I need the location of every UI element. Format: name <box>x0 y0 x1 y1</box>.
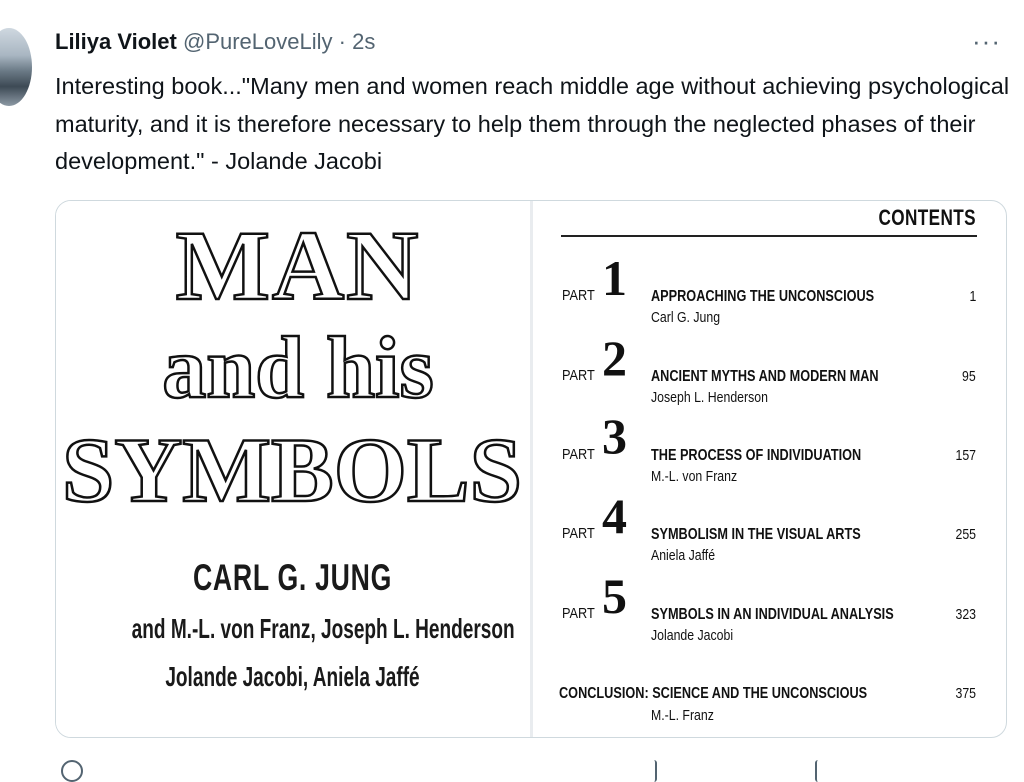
author-main: CARL G. JUNG <box>192 557 393 598</box>
book-cover: MAN and his SYMBOLS CARL G. JUNG and M.-… <box>56 201 529 737</box>
authors-line-2: and M.-L. von Franz, Joseph L. Henderson <box>131 613 515 644</box>
tweet-image[interactable]: MAN and his SYMBOLS CARL G. JUNG and M.-… <box>55 200 1007 738</box>
title-line-2: and his <box>162 320 434 417</box>
entry-author: Aniela Jaffé <box>651 547 716 564</box>
part-label: PART <box>562 605 595 622</box>
entry-page: 255 <box>955 526 976 543</box>
part-number: 3 <box>602 408 627 464</box>
part-number: 2 <box>602 330 627 386</box>
tweet-text: Interesting book..."Many men and women r… <box>55 73 1010 174</box>
entry-title: ANCIENT MYTHS AND MODERN MAN <box>651 368 879 385</box>
avatar[interactable] <box>0 28 32 106</box>
part-label: PART <box>562 446 595 463</box>
conclusion-title: CONCLUSION: SCIENCE AND THE UNCONSCIOUS <box>559 685 868 702</box>
contents-rule <box>561 235 977 237</box>
entry-page: 1 <box>969 288 976 305</box>
part-number: 5 <box>602 568 627 624</box>
part-number: 4 <box>602 488 627 544</box>
tweet-actions <box>55 752 985 782</box>
author-name[interactable]: Liliya Violet <box>55 29 177 54</box>
entry-author: Carl G. Jung <box>651 309 721 326</box>
separator: · <box>338 29 346 54</box>
table-of-contents: CONTENTS PART 1 APPROACHING THE UNCONSCI… <box>533 201 1006 737</box>
entry-title: SYMBOLS IN AN INDIVIDUAL ANALYSIS <box>651 606 894 623</box>
entry-author: Joseph L. Henderson <box>651 389 768 406</box>
title-line-3: SYMBOLS <box>62 419 522 521</box>
entry-title: APPROACHING THE UNCONSCIOUS <box>651 288 875 305</box>
retweet-icon[interactable] <box>635 760 657 782</box>
entry-author: Jolande Jacobi <box>651 627 734 644</box>
tweet-header: Liliya Violet @PureLoveLily · 2s <box>55 28 375 56</box>
conclusion-page: 375 <box>955 685 976 702</box>
entry-page: 95 <box>962 368 976 385</box>
authors-line-3: Jolande Jacobi, Aniela Jaffé <box>165 661 420 692</box>
part-label: PART <box>562 287 595 304</box>
entry-page: 157 <box>955 447 976 464</box>
part-label: PART <box>562 525 595 542</box>
like-icon[interactable] <box>815 760 837 782</box>
book-title-art: MAN and his SYMBOLS <box>61 209 524 523</box>
reply-icon[interactable] <box>61 760 83 782</box>
author-handle[interactable]: @PureLoveLily <box>183 29 333 54</box>
title-line-1: MAN <box>176 210 421 321</box>
part-label: PART <box>562 367 595 384</box>
entry-author: M.-L. von Franz <box>651 468 738 485</box>
entry-title: SYMBOLISM IN THE VISUAL ARTS <box>651 526 861 543</box>
contents-heading: CONTENTS <box>878 205 976 230</box>
more-options-icon[interactable]: ··· <box>972 26 1001 57</box>
entry-page: 323 <box>955 606 976 623</box>
timestamp[interactable]: 2s <box>352 29 375 54</box>
entry-title: THE PROCESS OF INDIVIDUATION <box>651 447 862 464</box>
conclusion-author: M.-L. Franz <box>651 707 714 724</box>
part-number: 1 <box>602 250 627 306</box>
